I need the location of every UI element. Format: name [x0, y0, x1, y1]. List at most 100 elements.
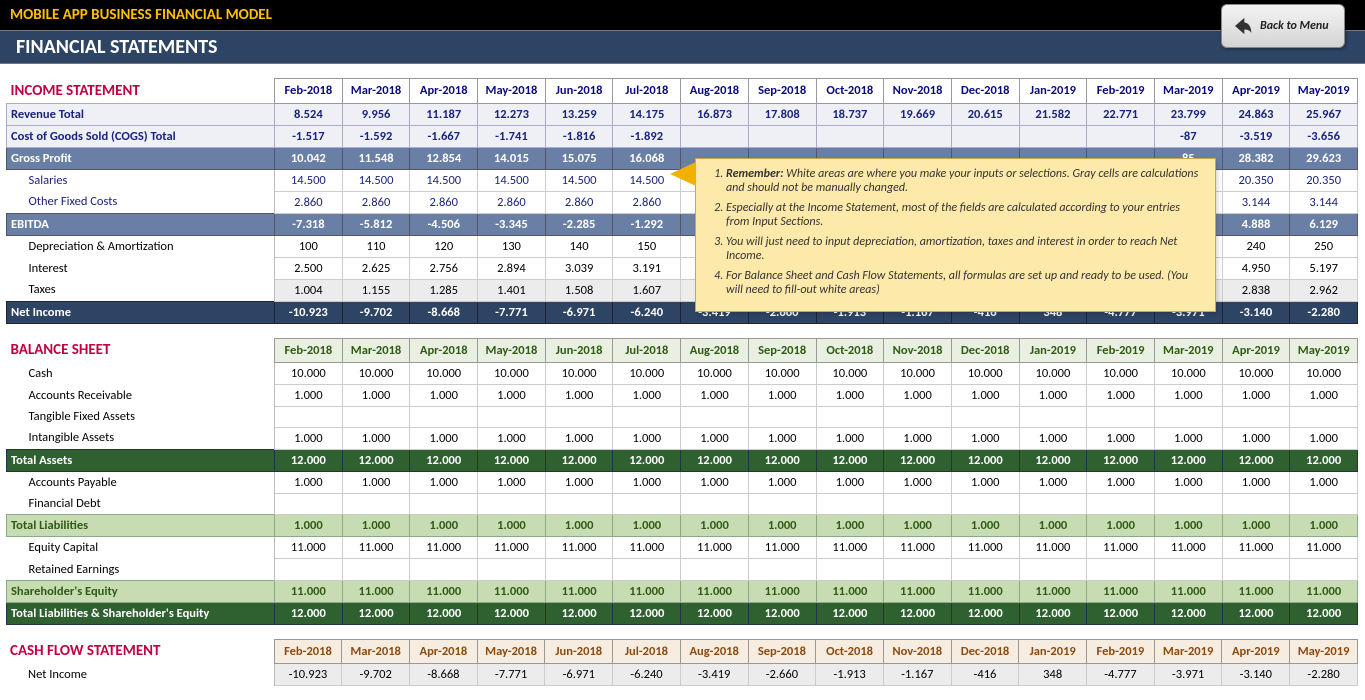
cell[interactable]: 14.500	[545, 169, 613, 191]
cell[interactable]: 10.000	[884, 362, 952, 384]
cell[interactable]: 11.187	[410, 103, 478, 125]
cell[interactable]: 1.000	[1290, 471, 1358, 493]
cell[interactable]: 11.000	[1019, 580, 1087, 602]
cell[interactable]: -1.913	[816, 663, 884, 685]
cell[interactable]: -7.771	[478, 301, 546, 323]
cell[interactable]: 1.000	[884, 427, 952, 449]
cell[interactable]: 12.000	[275, 602, 343, 624]
cell[interactable]: 2.962	[1290, 279, 1358, 301]
cell[interactable]: 12.000	[342, 449, 410, 471]
cell[interactable]: 10.000	[342, 362, 410, 384]
cell[interactable]: 1.000	[410, 427, 478, 449]
cell[interactable]	[613, 493, 681, 515]
cell[interactable]: 1.000	[816, 427, 884, 449]
cell[interactable]: 100	[275, 235, 343, 257]
cell[interactable]: 22.771	[1087, 103, 1155, 125]
cell[interactable]: 10.000	[1087, 362, 1155, 384]
cell[interactable]: 12.000	[342, 602, 410, 624]
cell[interactable]: 12.000	[1290, 602, 1358, 624]
cell[interactable]: 3.039	[545, 257, 613, 279]
cell[interactable]: -10.923	[274, 663, 342, 685]
cell[interactable]: -3.971	[1154, 663, 1222, 685]
cell[interactable]: 12.000	[681, 602, 749, 624]
cell[interactable]	[478, 559, 546, 581]
cell[interactable]: 12.000	[1154, 602, 1222, 624]
cell[interactable]: -4.777	[1087, 663, 1155, 685]
cell[interactable]: -1.517	[275, 125, 343, 147]
cell[interactable]: 11.000	[748, 580, 816, 602]
cell[interactable]: 1.000	[613, 471, 681, 493]
cell[interactable]: 12.000	[613, 602, 681, 624]
cell[interactable]: 11.000	[1087, 580, 1155, 602]
cell[interactable]: 1.000	[275, 471, 343, 493]
cell[interactable]: 12.000	[1019, 449, 1087, 471]
cell[interactable]: 1.000	[816, 515, 884, 537]
cell[interactable]: -2.280	[1290, 301, 1358, 323]
cell[interactable]	[951, 125, 1019, 147]
cell[interactable]	[342, 406, 410, 427]
cell[interactable]: 1.000	[342, 515, 410, 537]
cell[interactable]	[1290, 559, 1358, 581]
cell[interactable]: 1.000	[816, 384, 884, 406]
cell[interactable]	[816, 559, 884, 581]
cell[interactable]	[748, 406, 816, 427]
cell[interactable]: 10.000	[1019, 362, 1087, 384]
cell[interactable]: 1.000	[1290, 515, 1358, 537]
cell[interactable]	[884, 125, 952, 147]
cell[interactable]	[951, 406, 1019, 427]
cell[interactable]: 240	[1222, 235, 1290, 257]
cell[interactable]: 4.950	[1222, 257, 1290, 279]
cell[interactable]: 2.860	[478, 191, 546, 213]
cell[interactable]	[1290, 493, 1358, 515]
cell[interactable]: 12.000	[478, 602, 546, 624]
cell[interactable]: -8.668	[410, 663, 478, 685]
cell[interactable]: 14.500	[342, 169, 410, 191]
cell[interactable]: 12.000	[951, 449, 1019, 471]
cell[interactable]: 11.000	[1087, 537, 1155, 559]
cell[interactable]: 11.000	[275, 537, 343, 559]
cell[interactable]	[816, 493, 884, 515]
cell[interactable]	[1222, 493, 1290, 515]
cell[interactable]: 1.000	[1154, 471, 1222, 493]
cell[interactable]: 17.808	[748, 103, 816, 125]
cell[interactable]: 9.956	[342, 103, 410, 125]
cell[interactable]: 12.000	[681, 449, 749, 471]
cell[interactable]: 10.000	[951, 362, 1019, 384]
cell[interactable]: -87	[1154, 125, 1222, 147]
cell[interactable]: 1.000	[545, 515, 613, 537]
cell[interactable]: -6.971	[545, 301, 613, 323]
cell[interactable]: 1.000	[884, 471, 952, 493]
cell[interactable]: 2.625	[342, 257, 410, 279]
cell[interactable]: -5.812	[342, 213, 410, 235]
cell[interactable]: -9.702	[342, 301, 410, 323]
cell[interactable]: 2.838	[1222, 279, 1290, 301]
cell[interactable]: -6.240	[613, 663, 681, 685]
cell[interactable]: 12.000	[1290, 449, 1358, 471]
cell[interactable]: 12.000	[1019, 602, 1087, 624]
cell[interactable]: 1.000	[951, 515, 1019, 537]
cell[interactable]	[1019, 125, 1087, 147]
cell[interactable]: 2.860	[275, 191, 343, 213]
cell[interactable]: -7.771	[477, 663, 545, 685]
cell[interactable]: 1.000	[1019, 471, 1087, 493]
cell[interactable]	[951, 559, 1019, 581]
cell[interactable]	[681, 559, 749, 581]
cell[interactable]: 28.382	[1222, 147, 1290, 169]
cell[interactable]: 11.000	[1290, 537, 1358, 559]
cell[interactable]: 1.000	[275, 427, 343, 449]
cell[interactable]: 10.000	[1290, 362, 1358, 384]
cell[interactable]: 1.000	[681, 471, 749, 493]
cell[interactable]: -3.656	[1290, 125, 1358, 147]
cell[interactable]: 2.860	[342, 191, 410, 213]
cell[interactable]: -6.971	[545, 663, 613, 685]
cell[interactable]: 11.000	[681, 537, 749, 559]
cell[interactable]	[1154, 493, 1222, 515]
cell[interactable]: 1.000	[478, 427, 546, 449]
cell[interactable]: 6.129	[1290, 213, 1358, 235]
cell[interactable]: 2.860	[410, 191, 478, 213]
cell[interactable]: 10.000	[1154, 362, 1222, 384]
cell[interactable]: 18.737	[816, 103, 884, 125]
cell[interactable]: 21.582	[1019, 103, 1087, 125]
cell[interactable]: 1.004	[275, 279, 343, 301]
cell[interactable]: 1.000	[545, 427, 613, 449]
